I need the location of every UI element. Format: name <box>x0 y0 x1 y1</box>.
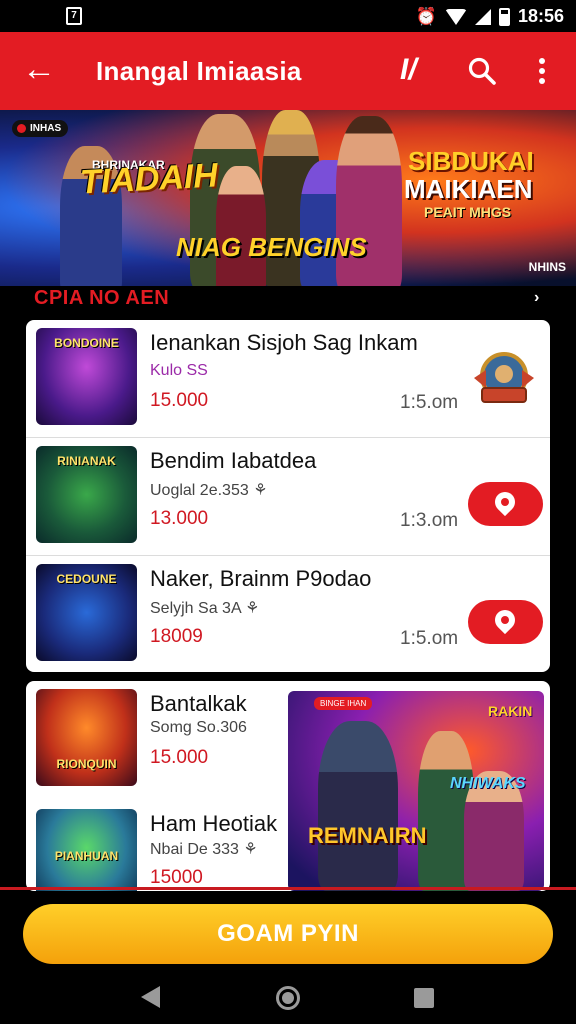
item-price: 13.000 <box>150 508 209 529</box>
page-title: Inangal Imiaasia <box>96 56 302 86</box>
banner-title-right-2: MAIKIAEN <box>404 174 533 204</box>
search-icon[interactable] <box>468 56 496 86</box>
banner-corner-tag: NHINS <box>528 260 566 274</box>
banner-title-right-3: PEAIT MHGS <box>424 204 512 220</box>
promo-banner[interactable]: INHAS BHRINAKAR TIADAIH NIAG BENGINS SIB… <box>0 110 576 286</box>
item-time: 1:5.om <box>400 392 459 413</box>
thumbnail-label: BONDOINE <box>54 336 119 350</box>
location-button[interactable] <box>468 600 543 644</box>
back-arrow-icon[interactable]: ← <box>22 52 56 88</box>
featured-card: RIONQUIN Bantalkak Somg So.306 15.000 PI… <box>26 681 550 891</box>
game-thumbnail: BONDOINE <box>36 328 137 425</box>
promo-title-middle: NHIWAKS <box>450 775 526 792</box>
item-subtitle: Somg So.306 <box>150 719 247 736</box>
list-item[interactable]: BONDOINE Ienankan Sisjoh Sag Inkam Kulo … <box>26 320 550 438</box>
banner-title-right-1: SIBDUKAI <box>408 146 534 176</box>
location-button[interactable] <box>468 482 543 526</box>
alarm-icon: ⏰ <box>415 6 437 26</box>
section-title: CPIA NO AEN <box>34 287 170 309</box>
item-title: Naker, Brainm P9odao <box>150 566 372 591</box>
item-price: 15.000 <box>150 390 209 411</box>
status-time: 18:56 <box>517 6 564 26</box>
screen: 7 ⏰ 18:56 ← Inangal Imiaasia I/ INHAS BH… <box>0 0 576 1024</box>
promo-title-bottom: REMNAIRN <box>308 823 427 848</box>
item-price: 15.000 <box>150 747 209 768</box>
app-bar: ← Inangal Imiaasia I/ <box>0 32 576 110</box>
item-title: Ienankan Sisjoh Sag Inkam <box>150 330 418 355</box>
item-time: 1:5.om <box>400 628 459 649</box>
hero-figure <box>318 721 398 891</box>
game-thumbnail: PIANHUAN <box>36 809 137 891</box>
item-subtitle: Selyjh Sa 3A ⚘ <box>150 600 260 617</box>
wifi-icon <box>444 8 467 25</box>
item-title: Ham Heotiak <box>150 811 278 836</box>
banner-title-center: NIAG BENGINS <box>176 232 367 262</box>
banner-title-left: TIADAIH <box>79 156 219 202</box>
item-title: Bantalkak <box>150 691 247 716</box>
battery-icon <box>498 7 510 26</box>
primary-action-button[interactable]: GOAM PYIN <box>23 904 553 964</box>
nav-back-icon[interactable] <box>141 986 160 1008</box>
item-title: Bendim Iabatdea <box>150 448 317 473</box>
banner-badge: INHAS <box>12 120 69 137</box>
nav-home-icon[interactable] <box>276 986 300 1010</box>
nav-recents-icon[interactable] <box>414 988 434 1008</box>
map-pin-icon <box>490 487 520 517</box>
brand-icon[interactable]: I/ <box>400 54 417 86</box>
more-vert-icon[interactable] <box>532 56 552 86</box>
listing-card: BONDOINE Ienankan Sisjoh Sag Inkam Kulo … <box>26 320 550 672</box>
game-emblem-icon <box>474 352 534 403</box>
item-time: 1:3.om <box>400 510 459 531</box>
list-item[interactable]: RINIANAK Bendim Iabatdea Uoglal 2e.353 ⚘… <box>26 438 550 556</box>
status-icons: ⏰ 18:56 <box>416 6 564 27</box>
system-nav-bar <box>0 972 576 1024</box>
item-subtitle: Nbai De 333 ⚘ <box>150 841 258 858</box>
promo-title-top: RAKIN <box>488 703 533 719</box>
item-price: 15000 <box>150 867 203 888</box>
game-thumbnail: CEDOUNE <box>36 564 137 661</box>
thumbnail-label: RINIANAK <box>57 454 116 468</box>
map-pin-icon <box>490 605 520 635</box>
promo-image[interactable]: BINGE IHAN RAKIN NHIWAKS REMNAIRN <box>288 691 544 891</box>
thumbnail-label: RIONQUIN <box>56 757 117 771</box>
game-thumbnail: RINIANAK <box>36 446 137 543</box>
list-item[interactable]: CEDOUNE Naker, Brainm P9odao Selyjh Sa 3… <box>26 556 550 672</box>
promo-tag: BINGE IHAN <box>314 697 373 710</box>
item-subtitle: Uoglal 2e.353 ⚘ <box>150 482 268 499</box>
chevron-right-icon[interactable]: › <box>534 289 539 307</box>
notification-icon: 7 <box>66 7 82 25</box>
item-subtitle: Kulo SS <box>150 362 208 379</box>
status-bar: 7 ⏰ 18:56 <box>0 0 576 32</box>
signal-icon <box>474 8 491 25</box>
game-thumbnail: RIONQUIN <box>36 689 137 786</box>
item-price: 18009 <box>150 626 203 647</box>
divider-line <box>0 887 576 890</box>
hero-figure <box>216 166 266 286</box>
thumbnail-label: CEDOUNE <box>56 572 117 586</box>
thumbnail-label: PIANHUAN <box>54 849 119 863</box>
